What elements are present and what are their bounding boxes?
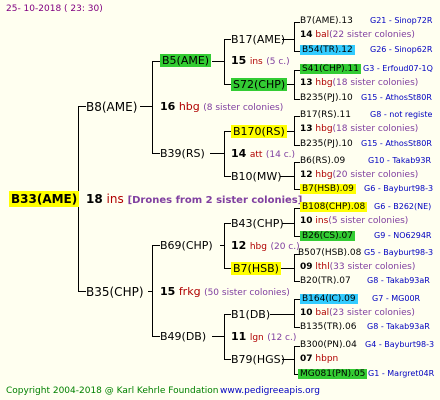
gen4-id: G15 - AthosSt80R	[361, 93, 432, 102]
gen4-id: G7 - MG00R	[372, 294, 421, 303]
gen4-entry[interactable]: B235(PJ).10	[300, 139, 353, 149]
gen4-line: 13 hbg(18 sister colonies)	[300, 78, 419, 88]
gen3-queen-7[interactable]: B1(DB)	[231, 308, 270, 321]
gen4-id: G4 - Bayburt98-3	[365, 340, 435, 349]
gen1-line-1: 16 hbg (8 sister colonies)	[160, 100, 284, 113]
gen4-id: G8 - Takab93aR	[367, 322, 430, 331]
gen2-line-4: 11 lgn (12 c.)	[231, 330, 297, 343]
gen3-queen-8[interactable]: B79(HGS)	[231, 353, 285, 366]
gen4-entry[interactable]: B54(TR).12	[300, 45, 355, 55]
gen4-entry[interactable]: B7(HSB).09	[300, 184, 356, 194]
gen1-queen-2[interactable]: B35(CHP)	[86, 285, 144, 299]
gen4-id: G10 - Takab93R	[368, 156, 432, 165]
gen4-id: G15 - AthosSt80R	[361, 139, 432, 148]
gen4-line: 12 hbg(20 sister colonies)	[300, 170, 419, 180]
gen4-entry[interactable]: B507(HSB).08	[298, 248, 361, 258]
gen4-line: 13 hbg(18 sister colonies)	[300, 124, 419, 134]
gen3-queen-4[interactable]: B10(MW)	[231, 170, 282, 183]
gen1-queen-1[interactable]: B8(AME)	[86, 100, 137, 114]
gen4-line: 09 lthl(33 sister colonies)	[300, 262, 416, 272]
date-label: 25- 10-2018 ( 23: 30)	[6, 4, 103, 14]
gen4-entry[interactable]: B235(PJ).10	[300, 93, 353, 103]
gen4-entry[interactable]: B7(AME).13	[300, 16, 353, 26]
gen4-id: G5 - Bayburt98-3	[364, 248, 434, 257]
gen4-entry[interactable]: B108(CHP).08	[300, 202, 368, 212]
gen3-queen-5[interactable]: B43(CHP)	[231, 217, 284, 230]
gen4-id: G1 - Margret04R	[368, 369, 435, 378]
gen2-queen-3[interactable]: B69(CHP)	[160, 239, 213, 252]
root-line: 18 ins [Drones from 2 sister colonies]	[86, 192, 303, 206]
gen3-queen-3[interactable]: B170(RS)	[231, 125, 287, 138]
gen4-entry[interactable]: B135(TR).06	[300, 322, 356, 332]
root-queen[interactable]: B33(AME)	[9, 191, 80, 207]
gen4-entry[interactable]: MG081(PN).05	[298, 369, 368, 379]
gen4-line: 10 ins(5 sister colonies)	[300, 216, 409, 226]
gen4-entry[interactable]: S41(CHP).11	[300, 64, 361, 74]
copyright-text: Copyright 2004-2018 @ Karl Kehrle Founda…	[6, 386, 219, 396]
gen4-entry[interactable]: B20(TR).07	[300, 276, 351, 286]
gen2-line-3: 12 hbg (20 c.)	[231, 239, 300, 252]
gen4-entry[interactable]: B26(CS).07	[300, 231, 355, 241]
gen4-id: G26 - Sinop62R	[370, 45, 433, 54]
gen1-line-2: 15 frkg (50 sister colonies)	[160, 285, 290, 298]
gen2-queen-2[interactable]: B39(RS)	[160, 147, 205, 160]
gen4-entry[interactable]: B164(IC).09	[300, 294, 358, 304]
gen4-id: G9 - NO6294R	[374, 231, 432, 240]
gen4-line: 14 bal(22 sister colonies)	[300, 30, 415, 40]
gen4-id: G6 - Bayburt98-3	[364, 184, 434, 193]
site-link[interactable]: www.pedigreeapis.org	[220, 386, 320, 396]
gen4-line: 10 bal(23 sister colonies)	[300, 308, 415, 318]
gen4-line: 07 hbpn	[300, 354, 339, 364]
gen4-id: G8 - not registe	[370, 110, 433, 119]
gen4-id: G3 - Erfoud07-1Q	[363, 64, 433, 73]
gen4-id: G6 - B262(NE)	[374, 202, 432, 211]
gen4-entry[interactable]: B17(RS).11	[300, 110, 351, 120]
gen3-queen-6[interactable]: B7(HSB)	[231, 262, 281, 275]
gen4-entry[interactable]: B6(RS).09	[300, 156, 345, 166]
gen2-queen-4[interactable]: B49(DB)	[160, 330, 206, 343]
gen2-line-1: 15 ins (5 c.)	[231, 54, 290, 67]
gen2-line-2: 14 att (14 c.)	[231, 147, 296, 160]
gen4-entry[interactable]: B300(PN).04	[300, 340, 357, 350]
gen3-queen-1[interactable]: B17(AME)	[231, 33, 285, 46]
gen2-queen-1[interactable]: B5(AME)	[160, 54, 212, 67]
gen3-queen-2[interactable]: S72(CHP)	[231, 78, 288, 91]
gen4-id: G8 - Takab93aR	[367, 276, 430, 285]
gen4-id: G21 - Sinop72R	[370, 16, 433, 25]
